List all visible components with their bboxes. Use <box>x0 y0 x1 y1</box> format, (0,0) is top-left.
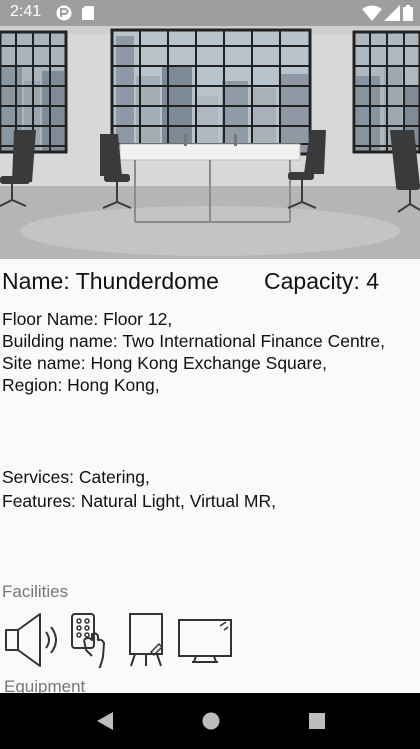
whiteboard-icon <box>129 613 164 667</box>
display-screen-icon <box>178 619 232 663</box>
navigation-bar <box>0 693 420 749</box>
wifi-icon <box>362 5 382 21</box>
back-button[interactable] <box>75 693 135 749</box>
room-photo <box>0 26 420 259</box>
room-capacity: Capacity: 4 <box>264 268 380 294</box>
remote-control-icon <box>71 613 105 668</box>
facilities-label: Facilities <box>2 582 69 601</box>
recents-button[interactable] <box>287 693 347 749</box>
window-center <box>110 28 312 156</box>
sd-card-icon <box>82 6 94 20</box>
battery-icon <box>403 5 413 21</box>
status-bar: 2:41 <box>0 0 420 26</box>
home-button[interactable] <box>181 693 241 749</box>
room-name: Name: Thunderdome <box>2 268 219 294</box>
status-time: 2:41 <box>10 3 42 20</box>
home-icon <box>202 712 220 730</box>
services: Services: Catering, <box>2 467 150 487</box>
region-name: Region: Hong Kong, <box>2 375 160 395</box>
app-notification-icon <box>56 5 72 21</box>
speaker-icon <box>5 613 57 667</box>
site-name: Site name: Hong Kong Exchange Square, <box>2 353 327 373</box>
back-icon <box>97 712 113 730</box>
signal-icon <box>384 5 400 21</box>
room-title-row: Name: Thunderdome Capacity: 4 <box>2 268 418 300</box>
floor-name: Floor Name: Floor 12, <box>2 309 173 329</box>
features: Features: Natural Light, Virtual MR, <box>2 491 276 511</box>
building-name: Building name: Two International Finance… <box>2 331 385 351</box>
recents-icon <box>309 713 325 729</box>
